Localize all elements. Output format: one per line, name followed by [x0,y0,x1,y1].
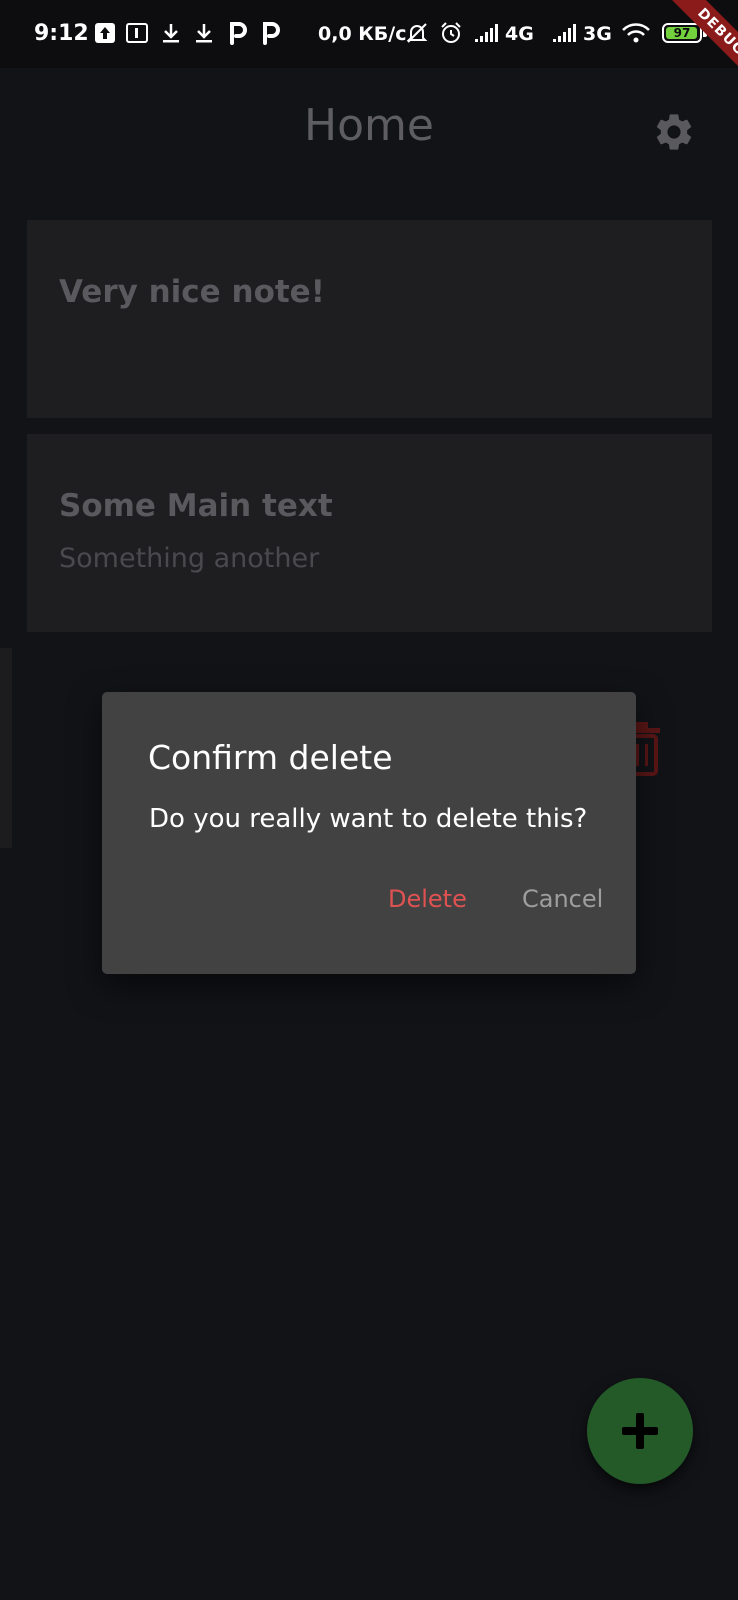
network-speed: 0,0 КБ/с [318,23,407,45]
sim-notification-icon [124,18,150,48]
battery-icon: 97 [662,23,702,43]
note-body: Something another [59,543,320,574]
note-card[interactable]: Some Main text Something another [27,434,712,632]
status-time: 9:12 [34,21,89,46]
wifi-icon [620,18,652,48]
mute-bell-icon [404,18,430,48]
confirm-delete-dialog: Confirm delete Do you really want to del… [102,692,636,974]
note-title: Some Main text [59,488,333,524]
network-type: 3G [583,23,612,45]
gear-icon[interactable] [652,110,696,154]
app-p-icon [225,18,251,48]
note-title: Very nice note! [59,274,325,310]
download-icon [191,18,217,48]
page-title: Home [304,100,434,151]
cancel-button[interactable]: Cancel [522,882,603,916]
dialog-message: Do you really want to delete this? [149,804,588,834]
note-card[interactable]: Very nice note! [27,220,712,418]
dialog-title: Confirm delete [148,738,393,777]
signal-icon [552,18,578,48]
status-bar: 9:12 0,0 КБ/с 4G 3G 97 DEBUG [0,0,738,94]
upload-notification-icon [92,18,118,48]
app-p-icon [258,18,284,48]
plus-icon [622,1413,658,1449]
delete-button[interactable]: Delete [388,882,467,916]
debug-banner: DEBUG [659,0,738,94]
download-icon [158,18,184,48]
network-type: 4G [505,23,534,45]
add-note-button[interactable] [587,1378,693,1484]
alarm-icon [438,18,464,48]
swiped-item-edge [0,648,12,848]
battery-percent: 97 [673,26,691,40]
signal-icon [474,18,500,48]
